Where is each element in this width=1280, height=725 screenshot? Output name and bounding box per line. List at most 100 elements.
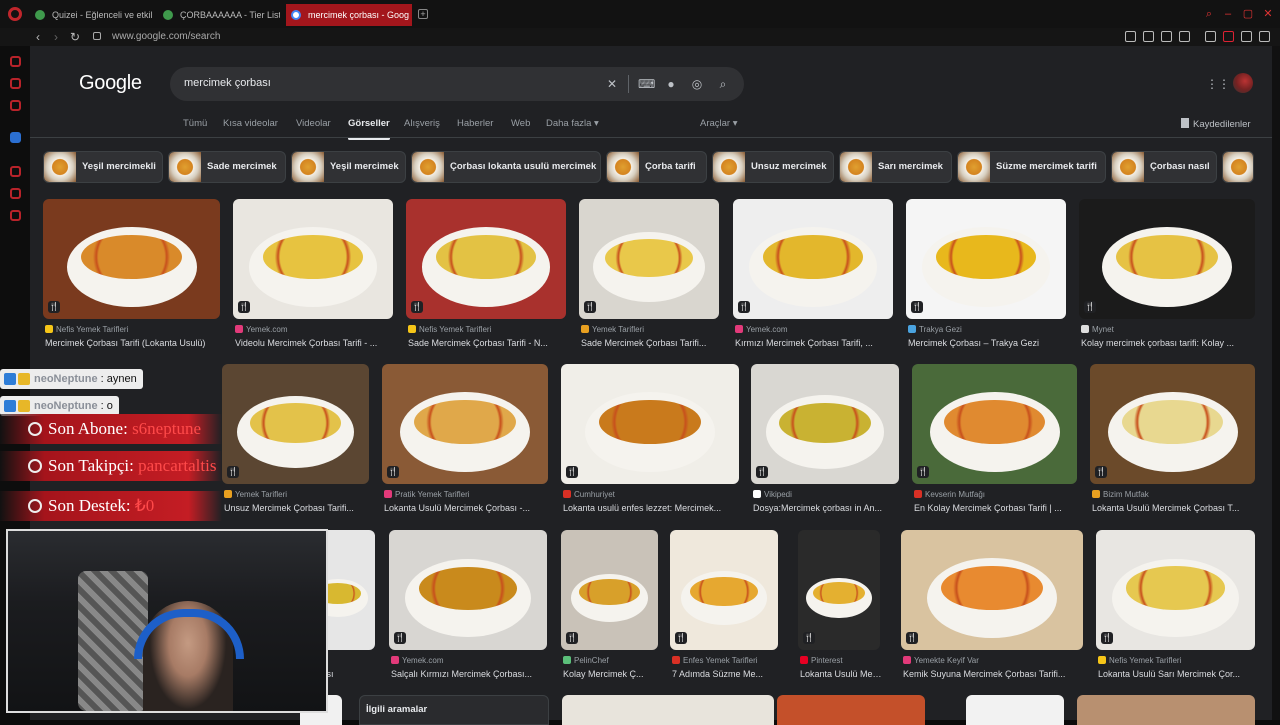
tab-tier-list[interactable]: ÇORBAAAAAA - Tier List,	[158, 4, 280, 26]
image-result[interactable]: 🍴 Yemek Tarifleri Unsuz Mercimek Çorbası T…	[222, 364, 369, 518]
sidebar-history-icon[interactable]	[10, 166, 21, 177]
image-result[interactable]: 🍴 PelinChef Kolay Mercimek Ç...	[561, 530, 658, 684]
sidebar-settings-icon[interactable]	[10, 210, 21, 221]
image-result[interactable]: 🍴 Yemekte Keyif Var Kemik Suyuna Mercimek …	[901, 530, 1083, 684]
chip-yesil-mercimekli[interactable]: Yeşil mercimekli	[43, 151, 163, 183]
result-source[interactable]: Nefis Yemek Tarifleri	[408, 325, 568, 334]
chip-yesil-mercimek[interactable]: Yeşil mercimek	[291, 151, 406, 183]
bookmark-icon[interactable]	[1125, 31, 1136, 42]
tab-web[interactable]: Web	[511, 118, 530, 129]
result-thumbnail[interactable]: 🍴	[1090, 364, 1255, 484]
apps-grid-icon[interactable]: ⋮⋮	[1206, 78, 1230, 90]
tab-more[interactable]: Daha fazla ▾	[546, 118, 599, 129]
clear-icon[interactable]: ✕	[605, 77, 619, 91]
chip-lokanta-usulu[interactable]: Çorbası lokanta usulü mercimek	[411, 151, 601, 183]
result-thumbnail[interactable]: 🍴	[670, 530, 778, 650]
image-result[interactable]: 🍴 Kevserin Mutfağı En Kolay Mercimek Çorba…	[912, 364, 1077, 518]
lens-icon[interactable]: ◎	[690, 77, 704, 91]
image-result[interactable]: 🍴 Bizim Mutfak Lokanta Usulü Mercimek Çorb…	[1090, 364, 1255, 518]
result-image-partial[interactable]	[777, 695, 925, 725]
sidebar-twitch-icon[interactable]	[10, 78, 21, 89]
result-title[interactable]: Mercimek Çorbası – Trakya Gezi	[908, 338, 1068, 348]
result-thumbnail[interactable]: 🍴	[561, 530, 658, 650]
result-thumbnail[interactable]: 🍴	[733, 199, 893, 319]
result-source[interactable]: Yemek.com	[235, 325, 395, 334]
result-title[interactable]: En Kolay Mercimek Çorbası Tarifi | ...	[914, 503, 1079, 513]
tab-images[interactable]: Görseller	[348, 118, 390, 140]
chip-sari-mercimek[interactable]: Sarı mercimek	[839, 151, 952, 183]
saved-button[interactable]: Kaydedilenler	[1181, 118, 1251, 130]
scrollbar[interactable]	[1272, 46, 1280, 720]
search-box[interactable]: mercimek çorbası ✕ ⌨ ● ◎ ⌕	[170, 67, 744, 101]
result-source[interactable]: Yemek.com	[391, 656, 549, 665]
image-result[interactable]: 🍴 Nefis Yemek Tarifleri Lokanta Usulü Sarı…	[1096, 530, 1255, 684]
new-tab-button[interactable]: +	[418, 9, 428, 19]
result-title[interactable]: Kolay mercimek çorbası tarifi: Kolay ...	[1081, 338, 1257, 348]
result-source[interactable]: Yemekte Keyif Var	[903, 656, 1085, 665]
result-thumbnail[interactable]: 🍴	[1079, 199, 1255, 319]
image-result[interactable]: 🍴 Yemek.com Kırmızı Mercimek Çorbası Tarif…	[733, 199, 893, 353]
lock-icon[interactable]	[93, 32, 101, 40]
result-source[interactable]: Vikipedi	[753, 490, 901, 499]
result-thumbnail[interactable]: 🍴	[906, 199, 1066, 319]
tab-news[interactable]: Haberler	[457, 118, 493, 129]
result-thumbnail[interactable]: 🍴	[901, 530, 1083, 650]
result-thumbnail[interactable]: 🍴	[579, 199, 719, 319]
search-tabs-icon[interactable]: ⌕	[1203, 8, 1215, 20]
heart-icon[interactable]	[1179, 31, 1190, 42]
sidebar-game-icon[interactable]	[10, 100, 21, 111]
result-source[interactable]: Yemek.com	[735, 325, 895, 334]
tab-short-videos[interactable]: Kısa videolar	[223, 118, 278, 129]
related-searches[interactable]: İlgili aramalar	[359, 695, 549, 725]
browser-logo-icon[interactable]	[8, 7, 22, 21]
sidebar-cube-icon[interactable]	[10, 188, 21, 199]
result-image-partial[interactable]	[1077, 695, 1255, 725]
close-window-button[interactable]: ✕	[1262, 8, 1274, 20]
image-result[interactable]: 🍴 Nefis Yemek Tarifleri Sade Mercimek Çorb…	[406, 199, 566, 353]
reload-button[interactable]: ↻	[70, 30, 80, 44]
result-title[interactable]: Mercimek Çorbası Tarifi (Lokanta Usulü)	[45, 338, 222, 348]
result-title[interactable]: 7 Adımda Süzme Me...	[672, 669, 780, 679]
sidebar-app-icon[interactable]	[10, 132, 21, 143]
result-thumbnail[interactable]: 🍴	[406, 199, 566, 319]
result-title[interactable]: Kırmızı Mercimek Çorbası Tarifi, ...	[735, 338, 895, 348]
result-thumbnail[interactable]: 🍴	[233, 199, 393, 319]
result-thumbnail[interactable]: 🍴	[561, 364, 739, 484]
result-thumbnail[interactable]: 🍴	[1096, 530, 1255, 650]
result-thumbnail[interactable]: 🍴	[912, 364, 1077, 484]
mic-icon[interactable]: ●	[664, 77, 678, 91]
image-result[interactable]: 🍴 Mynet Kolay mercimek çorbası tarifi: Kol…	[1079, 199, 1255, 353]
result-title[interactable]: Salçalı Kırmızı Mercimek Çorbası...	[391, 669, 549, 679]
result-thumbnail[interactable]: 🍴	[798, 530, 880, 650]
image-result[interactable]: 🍴 Nefis Yemek Tarifleri Mercimek Çorbası T…	[43, 199, 220, 353]
result-image-partial[interactable]	[562, 695, 774, 725]
extensions-icon[interactable]	[1205, 31, 1216, 42]
result-title[interactable]: Kemik Suyuna Mercimek Çorbası Tarifi...	[903, 669, 1085, 679]
result-thumbnail[interactable]: 🍴	[751, 364, 899, 484]
minimize-button[interactable]: –	[1222, 8, 1234, 20]
result-source[interactable]: Cumhuriyet	[563, 490, 741, 499]
result-thumbnail[interactable]: 🍴	[222, 364, 369, 484]
keyboard-icon[interactable]: ⌨	[638, 77, 655, 91]
result-source[interactable]: Mynet	[1081, 325, 1257, 334]
url-field[interactable]: www.google.com/search	[112, 30, 220, 44]
vpn-icon[interactable]	[1223, 31, 1234, 42]
back-button[interactable]: ‹	[36, 30, 40, 44]
avatar[interactable]	[1233, 73, 1253, 93]
image-result[interactable]: 🍴 Enfes Yemek Tarifleri 7 Adımda Süzme Me.…	[670, 530, 778, 684]
image-result[interactable]: 🍴 Yemek.com Salçalı Kırmızı Mercimek Çorba…	[389, 530, 547, 684]
tab-all[interactable]: Tümü	[183, 118, 207, 129]
tab-google-search[interactable]: mercimek çorbası - Goog	[286, 4, 412, 26]
image-result[interactable]: 🍴 Vikipedi Dosya:Mercimek çorbası in An...	[751, 364, 899, 518]
result-source[interactable]: Yemek Tarifleri	[581, 325, 721, 334]
google-logo[interactable]: Google	[79, 72, 142, 95]
result-title[interactable]: Lokanta Usulü Mercimek Çorbası -...	[384, 503, 550, 513]
image-result[interactable]: 🍴 Pinterest Lokanta Usulü Mer...	[798, 530, 882, 684]
image-result[interactable]: 🍴 Pratik Yemek Tarifleri Lokanta Usulü Mer…	[382, 364, 548, 518]
result-title[interactable]: Sade Mercimek Çorbası Tarifi...	[581, 338, 721, 348]
image-result[interactable]: 🍴 Trakya Gezi Mercimek Çorbası – Trakya Ge…	[906, 199, 1066, 353]
chip-corba-tarifi[interactable]: Çorba tarifi	[606, 151, 707, 183]
result-title[interactable]: Lokanta Usulü Mer...	[800, 669, 882, 679]
result-image-partial[interactable]	[966, 695, 1064, 725]
player-icon[interactable]	[1161, 31, 1172, 42]
